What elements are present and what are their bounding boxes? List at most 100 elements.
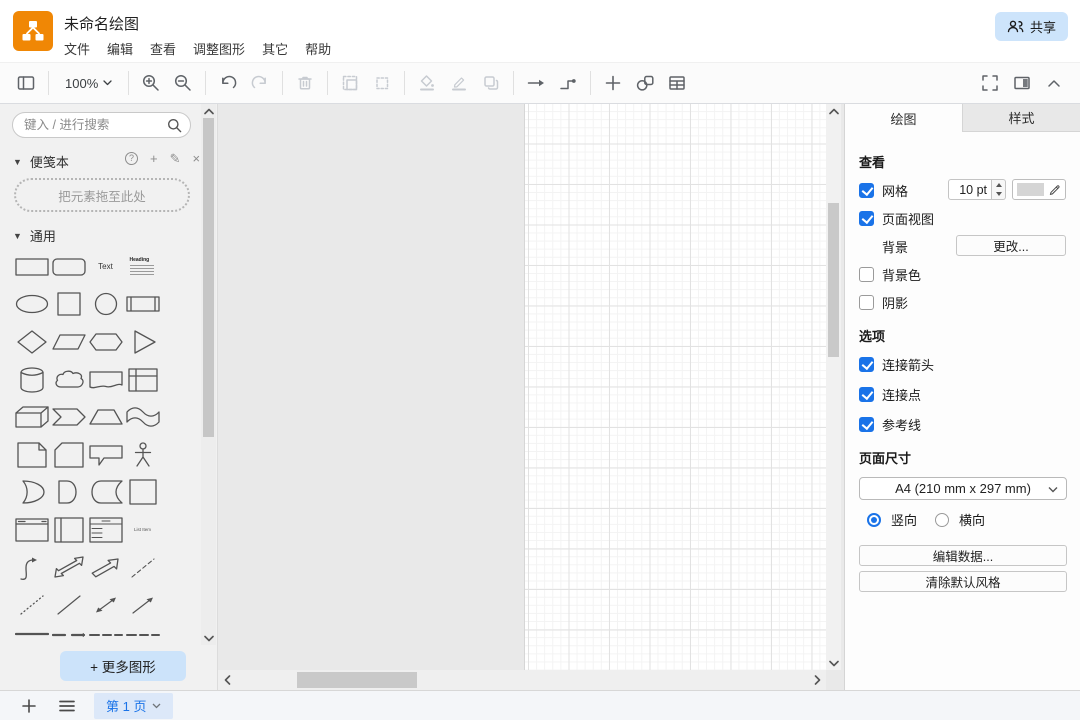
menu-file[interactable]: 文件 [64,39,90,58]
shape-hexagon[interactable] [87,323,124,361]
shape-text[interactable]: Text [87,248,124,286]
page-view-checkbox[interactable] [859,211,874,226]
guides-checkbox[interactable] [859,417,874,432]
shadow-button[interactable] [475,68,507,98]
scratchpad-header[interactable]: ▼ 便笺本 ? + ✎ × [13,152,69,171]
canvas-scroll-right-icon[interactable] [808,670,826,690]
grid-color-swatch[interactable] [1012,179,1066,200]
shape-square[interactable] [50,286,87,324]
shape-callout[interactable] [87,436,124,474]
shape-tape[interactable] [124,398,161,436]
shape-curve[interactable] [13,549,50,587]
canvas-scroll-left-icon[interactable] [218,670,236,690]
shape-note[interactable] [13,436,50,474]
shape-process[interactable] [124,286,161,324]
landscape-radio[interactable] [935,513,949,527]
shape-dashed-line[interactable] [124,549,161,587]
shadow-checkbox[interactable] [859,295,874,310]
shape-horizontal-line[interactable] [13,624,50,645]
general-section-header[interactable]: ▼ 通用 [13,226,56,245]
canvas-scroll-down-icon[interactable] [826,656,841,670]
scroll-down-arrow-icon[interactable] [201,631,216,645]
sidebar-scrollbar[interactable] [201,104,216,645]
collapse-toolbar-button[interactable] [1038,68,1070,98]
shape-search-box[interactable] [12,112,191,138]
zoom-in-button[interactable] [135,68,167,98]
to-front-button[interactable] [334,68,366,98]
shape-rectangle[interactable] [13,248,50,286]
scroll-up-arrow-icon[interactable] [201,104,216,118]
shape-search-input[interactable] [24,118,167,132]
shape-and[interactable] [50,474,87,512]
add-page-button[interactable] [14,693,44,719]
connection-arrows-checkbox[interactable] [859,357,874,372]
canvas-scroll-up-icon[interactable] [826,104,841,118]
shape-ellipse[interactable] [13,286,50,324]
shape-card[interactable] [50,436,87,474]
canvas-vscroll-thumb[interactable] [828,203,839,357]
connection-points-checkbox[interactable] [859,387,874,402]
shape-textbox[interactable]: Heading [124,248,161,286]
shape-bidirectional-connector[interactable] [87,586,124,624]
canvas-hscroll-thumb[interactable] [297,672,417,688]
spinner-up-icon[interactable] [992,180,1005,190]
pages-menu-button[interactable] [52,693,82,719]
canvas-page[interactable] [524,104,828,670]
menu-edit[interactable]: 编辑 [107,39,133,58]
page-tab-1[interactable]: 第 1 页 [94,693,173,719]
sidebar-scrollbar-thumb[interactable] [203,118,214,437]
shape-step[interactable] [50,398,87,436]
grid-size-input[interactable] [948,179,992,200]
shape-bidirectional-arrow[interactable] [50,549,87,587]
fullscreen-button[interactable] [974,68,1006,98]
undo-button[interactable] [212,68,244,98]
grid-size-spinner[interactable] [992,179,1006,200]
shape-directional-connector[interactable] [124,586,161,624]
portrait-radio[interactable] [867,513,881,527]
shape-data-storage[interactable] [87,474,124,512]
zoom-dropdown[interactable]: 100% [55,68,122,98]
shape-triangle[interactable] [124,323,161,361]
more-shapes-button[interactable]: + 更多图形 [60,651,186,681]
fill-color-button[interactable] [411,68,443,98]
canvas-horizontal-scrollbar[interactable] [218,670,826,690]
insert-shape-button[interactable] [629,68,661,98]
shape-dotted-line[interactable] [13,586,50,624]
menu-arrange[interactable]: 调整图形 [193,39,245,58]
shape-container[interactable] [124,474,161,512]
tab-style[interactable]: 样式 [962,104,1080,132]
shape-circle[interactable] [87,286,124,324]
menu-view[interactable]: 查看 [150,39,176,58]
shape-line[interactable] [50,586,87,624]
shape-partial-link-2[interactable] [87,624,124,645]
shape-internal-storage[interactable] [124,361,161,399]
shape-list-item[interactable]: List Item [124,511,161,549]
shape-cylinder[interactable] [13,361,50,399]
shape-partial-link-3[interactable] [124,624,161,645]
connection-arrow-button[interactable] [520,68,552,98]
shape-arrow[interactable] [87,549,124,587]
line-color-button[interactable] [443,68,475,98]
shape-cloud[interactable] [50,361,87,399]
background-color-checkbox[interactable] [859,267,874,282]
shape-cube[interactable] [13,398,50,436]
shape-document[interactable] [87,361,124,399]
zoom-out-button[interactable] [167,68,199,98]
to-back-button[interactable] [366,68,398,98]
scratchpad-add-icon[interactable]: + [150,152,158,165]
grid-checkbox[interactable] [859,183,874,198]
shape-link[interactable] [50,624,87,645]
scratchpad-help-icon[interactable]: ? [125,152,138,165]
redo-button[interactable] [244,68,276,98]
shape-trapezoid[interactable] [87,398,124,436]
insert-button[interactable] [597,68,629,98]
shape-parallelogram[interactable] [50,323,87,361]
change-background-button[interactable]: 更改... [956,235,1066,256]
delete-button[interactable] [289,68,321,98]
shape-rounded-rectangle[interactable] [50,248,87,286]
scratchpad-edit-icon[interactable]: ✎ [170,152,181,165]
spinner-down-icon[interactable] [992,190,1005,200]
toggle-shapes-panel-button[interactable] [10,68,42,98]
tab-diagram[interactable]: 绘图 [845,104,962,132]
scratchpad-drop-area[interactable]: 把元素拖至此处 [14,178,190,212]
